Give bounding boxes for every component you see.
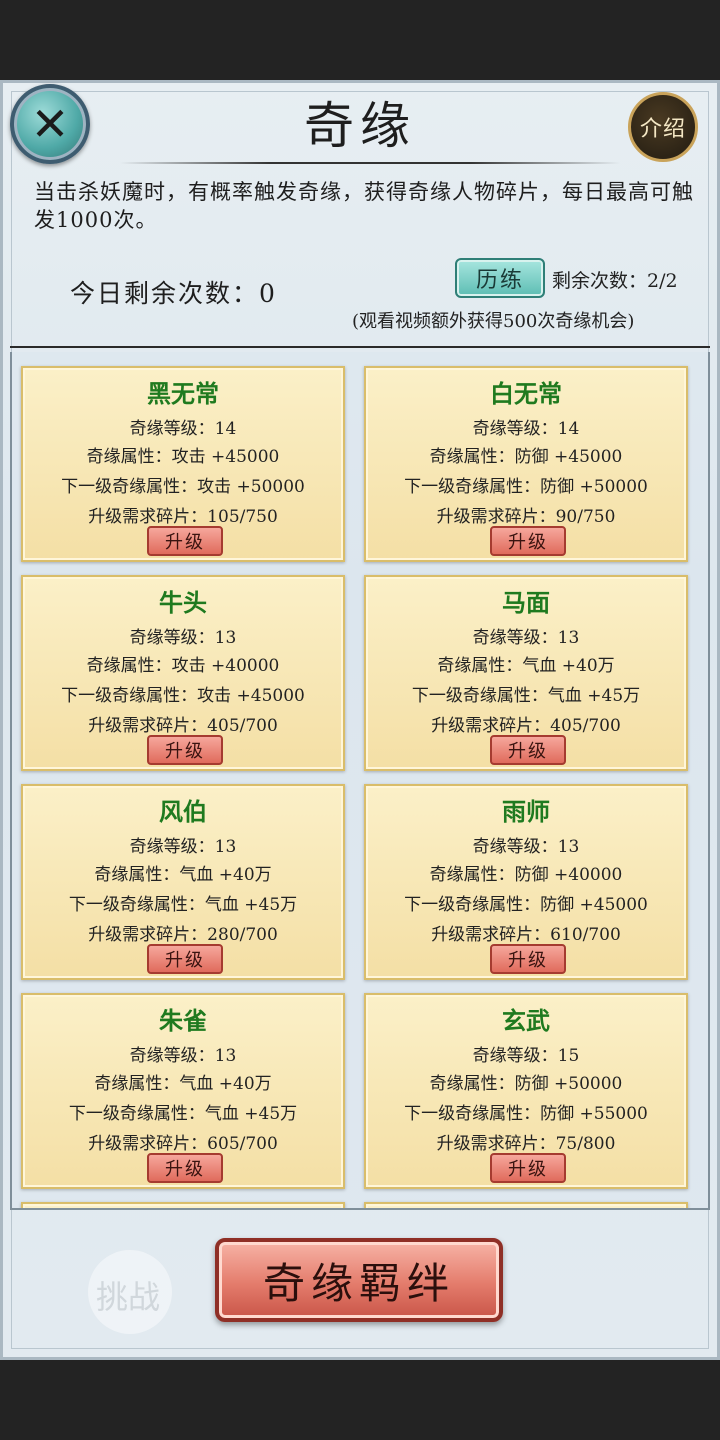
upgrade-button[interactable]: 升级 [490,944,566,974]
card-fragments: 升级需求碎片：90/750 [436,507,616,527]
bg-challenge-label: 挑战 [96,1278,161,1316]
card-partial-right [364,1202,688,1208]
card-fragments: 升级需求碎片：405/700 [88,716,278,736]
card-name: 风伯 [159,797,207,826]
card-attr: 奇缘属性：气血 +40万 [94,1074,272,1094]
description-text: 当击杀妖魔时，有概率触发奇缘，获得奇缘人物碎片，每日最高可触发1000次。 [34,180,694,232]
upgrade-label: 升级 [165,532,205,553]
card-level: 奇缘等级：13 [472,837,580,857]
card-level: 奇缘等级：14 [129,419,237,439]
status-bar-bottom [0,1360,720,1440]
card-name: 朱雀 [159,1006,207,1035]
card-fragments: 升级需求碎片：605/700 [88,1134,278,1154]
card-hei-wu-chang: 黑无常 奇缘等级：14 奇缘属性：攻击 +45000 下一级奇缘属性：攻击 +5… [21,366,345,562]
card-next-attr: 下一级奇缘属性：气血 +45万 [68,1104,298,1124]
card-attr: 奇缘属性：气血 +40万 [437,656,615,676]
card-next-attr: 下一级奇缘属性：攻击 +50000 [61,477,305,497]
train-button[interactable]: 历练 [455,258,545,298]
upgrade-button[interactable]: 升级 [490,1153,566,1183]
card-attr: 奇缘属性：攻击 +40000 [86,656,280,676]
bond-label: 奇缘羁绊 [262,1258,455,1308]
upgrade-button[interactable]: 升级 [147,1153,223,1183]
card-fragments: 升级需求碎片：105/750 [88,507,278,527]
upgrade-label: 升级 [165,950,205,971]
section-divider [10,346,710,348]
train-label: 历练 [475,268,524,293]
card-attr: 奇缘属性：防御 +45000 [429,447,623,467]
video-hint: (观看视频额外获得500次奇缘机会) [352,311,635,332]
card-bai-wu-chang: 白无常 奇缘等级：14 奇缘属性：防御 +45000 下一级奇缘属性：防御 +5… [364,366,688,562]
upgrade-button[interactable]: 升级 [147,944,223,974]
card-feng-bo: 风伯 奇缘等级：13 奇缘属性：气血 +40万 下一级奇缘属性：气血 +45万 … [21,784,345,980]
bond-button[interactable]: 奇缘羁绊 [215,1238,503,1322]
card-niu-tou: 牛头 奇缘等级：13 奇缘属性：攻击 +40000 下一级奇缘属性：攻击 +45… [21,575,345,771]
page-title: 奇缘 [304,97,416,155]
card-name: 牛头 [159,588,207,617]
card-list[interactable]: 黑无常 奇缘等级：14 奇缘属性：攻击 +45000 下一级奇缘属性：攻击 +5… [10,352,710,1210]
upgrade-label: 升级 [508,950,548,971]
card-next-attr: 下一级奇缘属性：防御 +45000 [404,895,648,915]
remaining-count: 剩余次数：2/2 [552,270,678,292]
card-fragments: 升级需求碎片：75/800 [436,1134,616,1154]
upgrade-button[interactable]: 升级 [490,526,566,556]
card-yu-shi: 雨师 奇缘等级：13 奇缘属性：防御 +40000 下一级奇缘属性：防御 +45… [364,784,688,980]
card-next-attr: 下一级奇缘属性：防御 +55000 [404,1104,648,1124]
upgrade-label: 升级 [508,1159,548,1180]
card-level: 奇缘等级：14 [472,419,580,439]
card-name: 黑无常 [147,379,219,408]
status-bar-top [0,0,720,80]
card-name: 玄武 [502,1006,550,1035]
card-next-attr: 下一级奇缘属性：防御 +50000 [404,477,648,497]
card-next-attr: 下一级奇缘属性：攻击 +45000 [61,686,305,706]
upgrade-button[interactable]: 升级 [147,735,223,765]
title-divider [120,162,620,164]
card-attr: 奇缘属性：攻击 +45000 [86,447,280,467]
card-level: 奇缘等级：15 [472,1046,580,1066]
card-zhu-que: 朱雀 奇缘等级：13 奇缘属性：气血 +40万 下一级奇缘属性：气血 +45万 … [21,993,345,1189]
intro-button[interactable]: 介绍 [628,92,698,162]
card-level: 奇缘等级：13 [129,628,237,648]
card-partial-left [21,1202,345,1208]
card-next-attr: 下一级奇缘属性：气血 +45万 [411,686,641,706]
card-attr: 奇缘属性：气血 +40万 [94,865,272,885]
card-ma-mian: 马面 奇缘等级：13 奇缘属性：气血 +40万 下一级奇缘属性：气血 +45万 … [364,575,688,771]
card-attr: 奇缘属性：防御 +40000 [429,865,623,885]
card-attr: 奇缘属性：防御 +50000 [429,1074,623,1094]
upgrade-button[interactable]: 升级 [147,526,223,556]
card-name: 雨师 [502,797,550,826]
card-level: 奇缘等级：13 [129,837,237,857]
intro-label: 介绍 [639,117,686,142]
upgrade-label: 升级 [165,1159,205,1180]
remaining-today: 今日剩余次数：0 [70,279,277,308]
upgrade-label: 升级 [508,532,548,553]
upgrade-label: 升级 [165,741,205,762]
card-level: 奇缘等级：13 [472,628,580,648]
upgrade-label: 升级 [508,741,548,762]
card-level: 奇缘等级：13 [129,1046,237,1066]
card-fragments: 升级需求碎片：610/700 [431,925,621,945]
card-fragments: 升级需求碎片：405/700 [431,716,621,736]
card-name: 马面 [502,588,550,617]
card-next-attr: 下一级奇缘属性：气血 +45万 [68,895,298,915]
card-xuan-wu: 玄武 奇缘等级：15 奇缘属性：防御 +50000 下一级奇缘属性：防御 +55… [364,993,688,1189]
card-name: 白无常 [490,379,562,408]
card-fragments: 升级需求碎片：280/700 [88,925,278,945]
upgrade-button[interactable]: 升级 [490,735,566,765]
